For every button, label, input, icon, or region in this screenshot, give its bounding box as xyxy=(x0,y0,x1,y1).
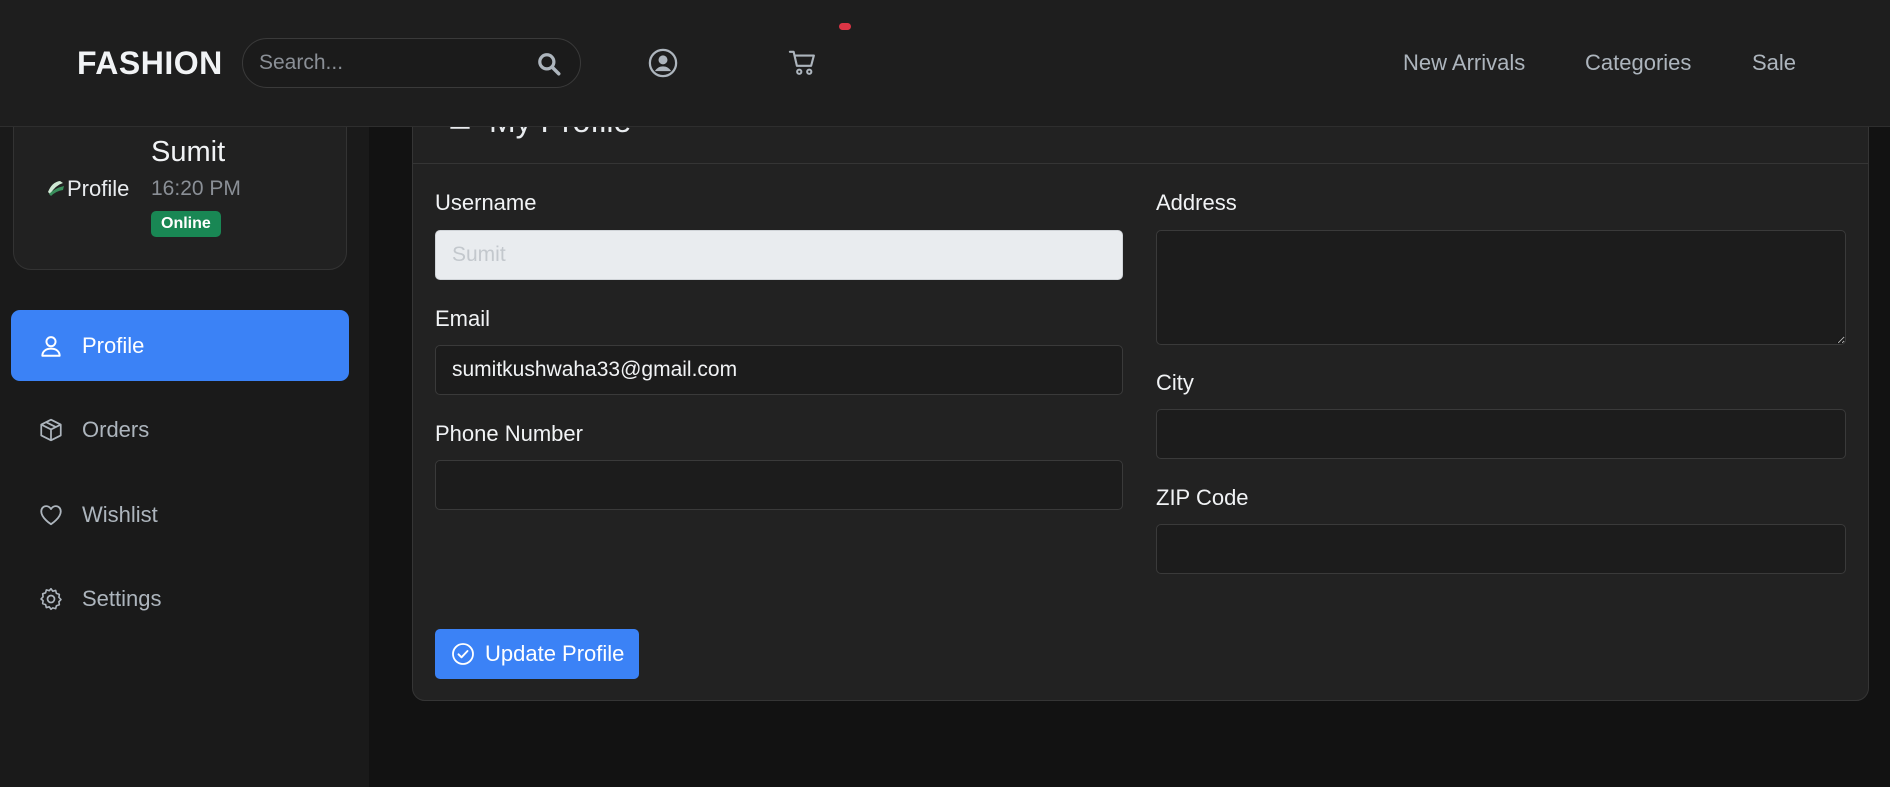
user-circle-icon[interactable] xyxy=(648,48,678,78)
user-icon xyxy=(38,333,64,359)
email-field[interactable] xyxy=(435,345,1123,395)
nav-categories[interactable]: Categories xyxy=(1585,50,1691,76)
sidebar-item-label: Wishlist xyxy=(82,501,158,527)
zip-label: ZIP Code xyxy=(1156,485,1249,510)
heart-icon xyxy=(38,502,64,528)
cart-icon[interactable] xyxy=(788,48,818,78)
status-badge: Online xyxy=(151,211,221,237)
avatar-alt-text: Profile xyxy=(67,176,130,201)
sidebar-item-wishlist[interactable]: Wishlist xyxy=(11,479,349,550)
gear-icon xyxy=(38,586,64,612)
sidebar-item-label: Profile xyxy=(82,332,145,358)
search-box xyxy=(242,38,581,88)
city-field[interactable] xyxy=(1156,409,1846,459)
nav-sale[interactable]: Sale xyxy=(1752,50,1796,76)
email-label: Email xyxy=(435,306,491,331)
broken-image-icon xyxy=(46,178,66,200)
sidebar-item-label: Settings xyxy=(82,585,162,611)
username-label: Username xyxy=(435,190,537,215)
cart-badge xyxy=(839,23,851,30)
city-label: City xyxy=(1156,370,1194,395)
address-label: Address xyxy=(1156,190,1237,215)
phone-field[interactable] xyxy=(435,460,1123,510)
nav-new-arrivals[interactable]: New Arrivals xyxy=(1403,50,1525,76)
search-input[interactable] xyxy=(259,39,529,87)
update-profile-button[interactable]: Update Profile xyxy=(435,629,639,679)
user-time: 16:20 PM xyxy=(151,177,241,200)
update-profile-label: Update Profile xyxy=(485,641,625,666)
profile-card: My Profile Username Email Phone Number A… xyxy=(412,60,1869,701)
sidebar-item-profile[interactable]: Profile xyxy=(11,310,349,381)
username-field[interactable] xyxy=(435,230,1123,280)
user-name: Sumit xyxy=(151,136,226,168)
avatar: Profile xyxy=(46,174,146,204)
sidebar-item-label: Orders xyxy=(82,416,150,442)
brand-logo[interactable]: FASHION xyxy=(77,45,223,82)
sidebar-item-orders[interactable]: Orders xyxy=(11,394,349,465)
box-icon xyxy=(38,417,64,443)
search-icon[interactable] xyxy=(536,51,562,77)
phone-label: Phone Number xyxy=(435,421,583,446)
sidebar-item-settings[interactable]: Settings xyxy=(11,563,349,634)
top-navbar: FASHION New Arrivals Categories Sale xyxy=(0,0,1890,127)
zip-field[interactable] xyxy=(1156,524,1846,574)
check-circle-icon xyxy=(452,643,474,665)
address-field[interactable] xyxy=(1156,230,1846,345)
